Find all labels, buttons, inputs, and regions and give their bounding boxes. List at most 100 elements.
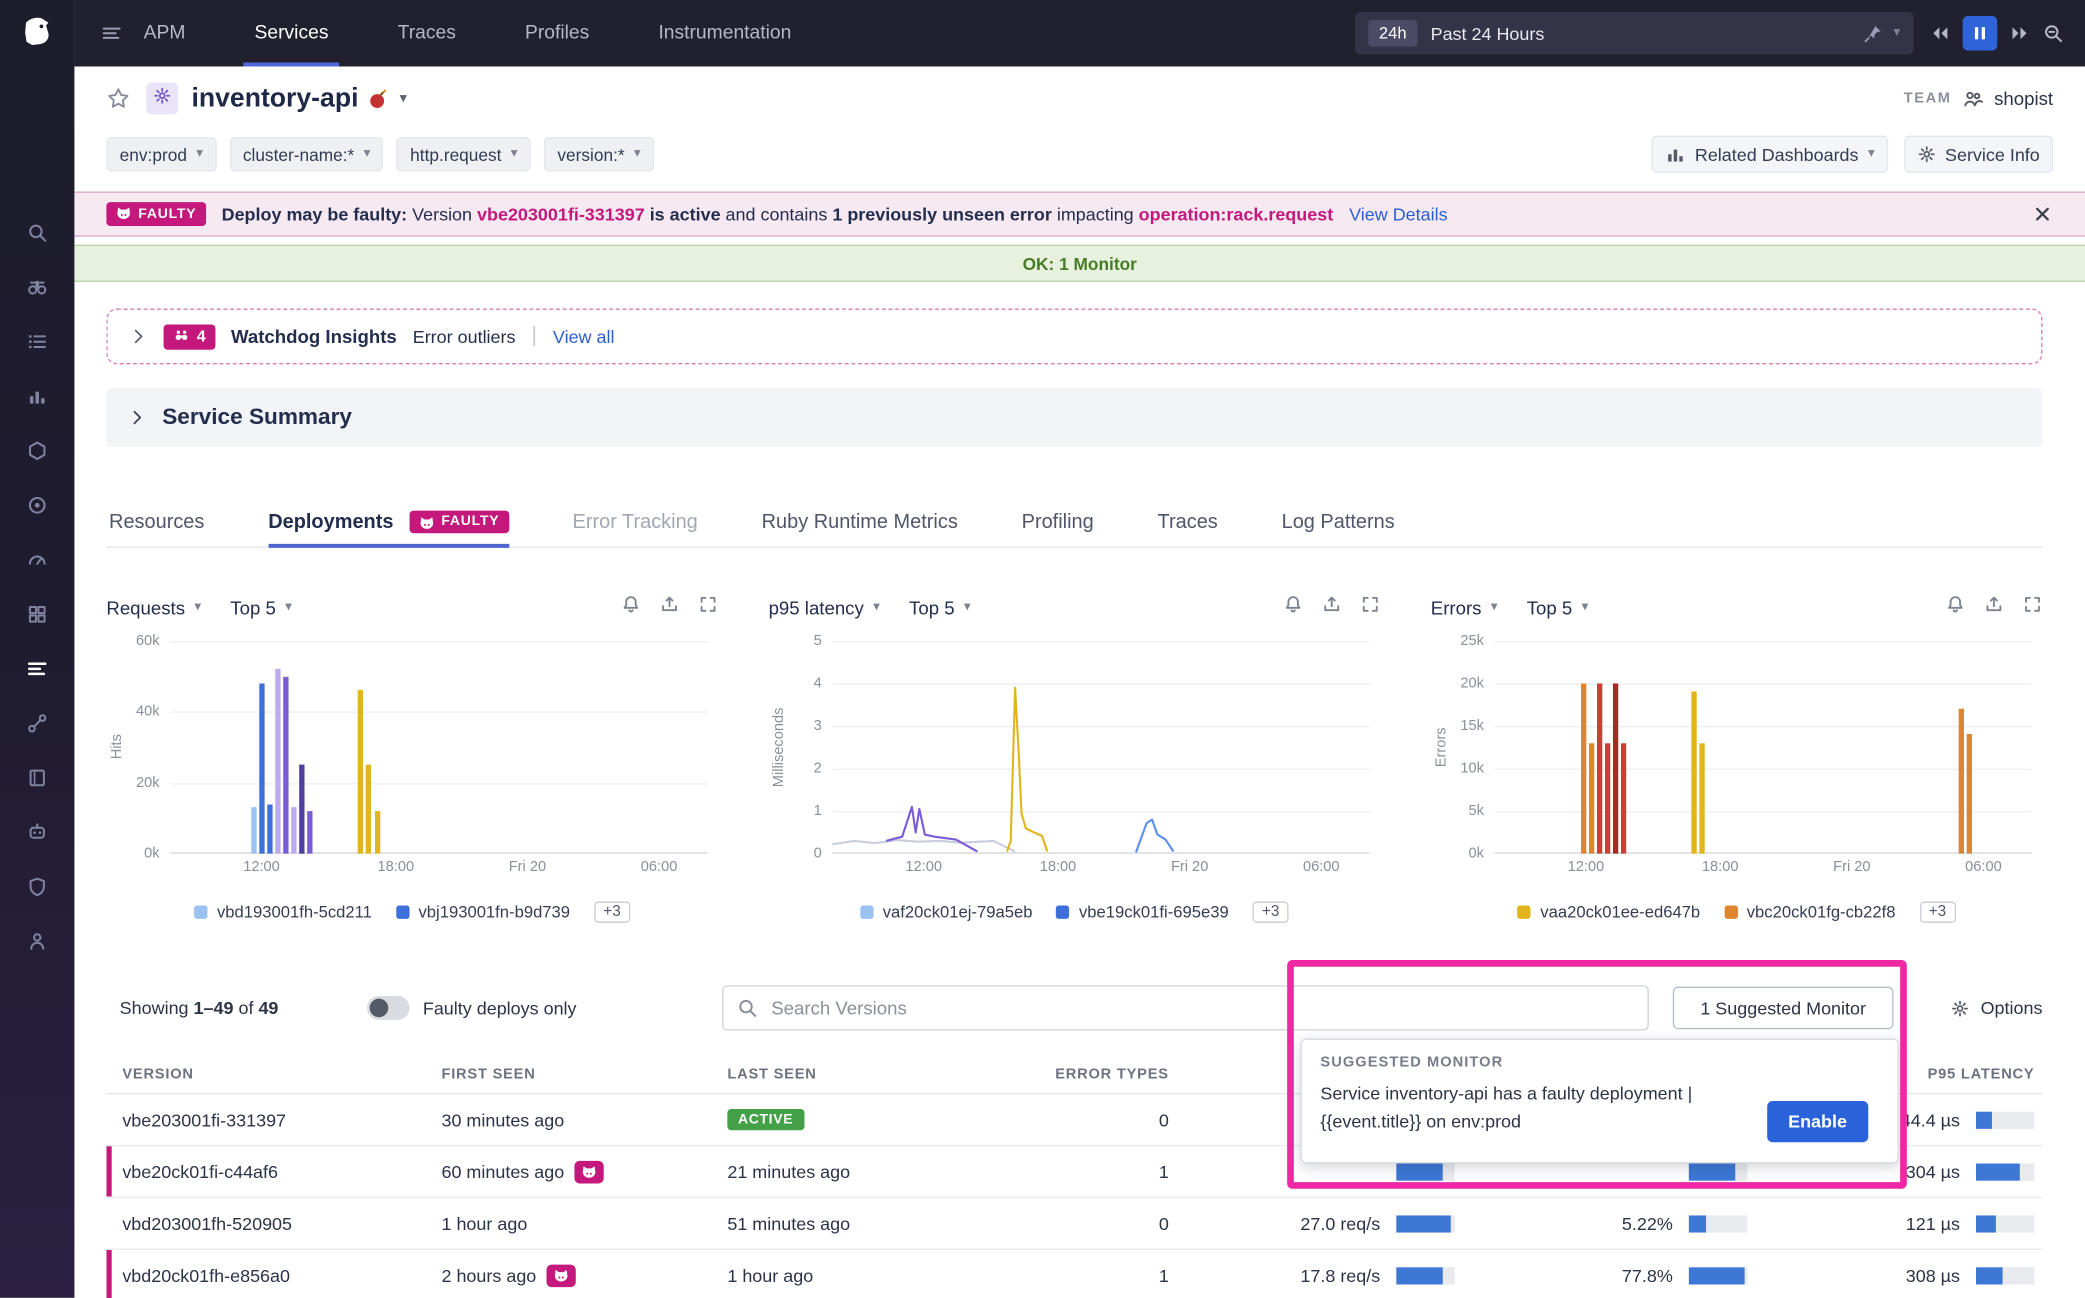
column-header[interactable]: VERSION (106, 1066, 425, 1082)
service-summary-panel[interactable]: Service Summary (106, 388, 2042, 447)
export-icon[interactable] (1322, 594, 1342, 621)
tab-traces[interactable]: Traces (1158, 497, 1218, 546)
close-icon[interactable] (2032, 203, 2053, 224)
datadog-logo[interactable] (0, 0, 74, 66)
chevron-down-icon[interactable]: ▾ (400, 91, 407, 106)
version-value: vbe203001fi-331397 (122, 1110, 286, 1130)
nav-item-apm[interactable]: APM (144, 0, 186, 66)
tab-ruby-runtime-metrics[interactable]: Ruby Runtime Metrics (762, 497, 958, 546)
pin-icon[interactable] (1863, 23, 1883, 43)
sidebar-item-synthetics[interactable] (25, 493, 49, 517)
sidebar-item-logs[interactable] (25, 766, 49, 790)
sidebar-item-watchdog[interactable] (25, 275, 49, 299)
filter-pill-version-[interactable]: version:*▾ (544, 137, 654, 172)
chevron-right-icon[interactable] (129, 327, 148, 346)
table-row[interactable]: vbd203001fh-5209051 hour ago51 minutes a… (106, 1198, 2042, 1250)
tab-error-tracking[interactable]: Error Tracking (573, 497, 698, 546)
team-icon (1962, 88, 1983, 109)
filter-pill-http-request[interactable]: http.request▾ (397, 137, 531, 172)
related-dashboards-button[interactable]: Related Dashboards ▾ (1651, 136, 1888, 173)
view-all-link[interactable]: View all (553, 326, 615, 346)
error-rate-cell: 5.22% (1463, 1213, 1756, 1233)
legend-item[interactable]: vbd193001fh-5cd211 (194, 903, 372, 922)
sidebar-item-metrics[interactable] (25, 384, 49, 408)
sidebar-item-rum[interactable] (25, 929, 49, 953)
nav-item-services[interactable]: Services (255, 0, 329, 66)
team-label: TEAM (1904, 90, 1952, 106)
top-select[interactable]: Top 5▾ (909, 597, 971, 618)
export-icon[interactable] (660, 594, 680, 621)
toggle-label: Faulty deploys only (423, 998, 577, 1018)
monitor-alert-icon[interactable] (621, 594, 641, 621)
metric-select[interactable]: Errors▾ (1431, 597, 1498, 618)
fullscreen-icon[interactable] (1360, 594, 1380, 621)
service-info-button[interactable]: Service Info (1904, 136, 2053, 173)
nav-list-icon[interactable] (101, 23, 122, 44)
sidebar-item-integrations[interactable] (25, 602, 49, 626)
top-navigation: APM Services Traces Profiles Instrumentation… (74, 0, 2085, 66)
chart-plot: 60k40k20k0k (170, 641, 707, 854)
chart-bar (366, 765, 371, 854)
team-name[interactable]: shopist (1994, 88, 2053, 109)
fullscreen-icon[interactable] (2023, 594, 2043, 621)
legend-item[interactable]: vbe19ck01fi-695e39 (1056, 903, 1228, 922)
enable-button[interactable]: Enable (1767, 1101, 1868, 1142)
nav-item-traces[interactable]: Traces (398, 0, 456, 66)
legend-item[interactable]: vbc20ck01fg-cb22f8 (1724, 903, 1895, 922)
legend-more[interactable]: +3 (1919, 902, 1955, 923)
fullscreen-icon[interactable] (698, 594, 718, 621)
filter-pill-env-prod[interactable]: env:prod▾ (106, 137, 216, 172)
chart-bar (1589, 743, 1594, 854)
error-rate-cell (1463, 1163, 1756, 1180)
metric-select[interactable]: Requests▾ (106, 597, 201, 618)
sidebar-item-service-map[interactable] (25, 711, 49, 735)
chevron-right-icon[interactable] (128, 408, 147, 427)
nav-item-profiles[interactable]: Profiles (525, 0, 589, 66)
suggested-monitor-button[interactable]: 1 Suggested Monitor (1673, 987, 1894, 1030)
legend-item[interactable]: vbj193001fn-b9d739 (396, 903, 570, 922)
sidebar-item-search[interactable] (25, 221, 49, 245)
pause-button[interactable] (1963, 16, 1998, 51)
fast-forward-button[interactable] (2009, 23, 2030, 44)
legend-item[interactable]: vaf20ck01ej-79a5eb (860, 903, 1032, 922)
top-select[interactable]: Top 5▾ (1527, 597, 1589, 618)
legend-more[interactable]: +3 (594, 902, 630, 923)
view-details-link[interactable]: View Details (1349, 204, 1447, 224)
table-row[interactable]: vbd20ck01fh-e856a02 hours ago1 hour ago1… (106, 1250, 2042, 1298)
version-value: vbe20ck01fi-c44af6 (122, 1162, 278, 1182)
y-axis-label: Errors (1433, 668, 1449, 828)
zoom-out-button[interactable] (2042, 23, 2063, 44)
monitor-status-bar[interactable]: OK: 1 Monitor (74, 245, 2085, 282)
faulty-deploys-toggle[interactable] (367, 996, 410, 1020)
sidebar-item-log-explorer[interactable] (25, 330, 49, 354)
column-header[interactable]: ERROR TYPES (1050, 1066, 1176, 1082)
tab-profiling[interactable]: Profiling (1022, 497, 1094, 546)
filter-pill-cluster-name-[interactable]: cluster-name:*▾ (230, 137, 384, 172)
tab-resources[interactable]: Resources (109, 497, 204, 546)
column-header[interactable]: LAST SEEN (711, 1066, 1050, 1082)
error-types-value: 1 (1159, 1162, 1169, 1182)
top-select[interactable]: Top 5▾ (230, 597, 292, 618)
nav-item-instrumentation[interactable]: Instrumentation (658, 0, 791, 66)
sidebar-item-security[interactable] (25, 875, 49, 899)
chevron-down-icon[interactable]: ▾ (1893, 27, 1900, 40)
column-header[interactable]: FIRST SEEN (426, 1066, 712, 1082)
sidebar-item-ci[interactable] (25, 820, 49, 844)
legend-more[interactable]: +3 (1253, 902, 1289, 923)
metric-select[interactable]: p95 latency▾ (769, 597, 880, 618)
time-range-picker[interactable]: 24h Past 24 Hours ▾ (1355, 12, 1913, 55)
favorite-star-icon[interactable] (106, 86, 130, 110)
tab-deployments[interactable]: DeploymentsFAULTY (268, 497, 508, 546)
legend-item[interactable]: vaa20ck01ee-ed647b (1518, 903, 1701, 922)
monitor-alert-icon[interactable] (1283, 594, 1303, 621)
sidebar-item-infrastructure[interactable] (25, 439, 49, 463)
tab-log-patterns[interactable]: Log Patterns (1282, 497, 1395, 546)
monitor-alert-icon[interactable] (1945, 594, 1965, 621)
sidebar-item-dashboards[interactable] (25, 548, 49, 572)
sidebar-item-apm[interactable] (25, 657, 49, 681)
export-icon[interactable] (1984, 594, 2004, 621)
rewind-button[interactable] (1929, 23, 1950, 44)
chevron-down-icon: ▾ (511, 148, 518, 161)
options-button[interactable]: Options (1951, 998, 2042, 1018)
search-input[interactable] (769, 996, 1635, 1020)
